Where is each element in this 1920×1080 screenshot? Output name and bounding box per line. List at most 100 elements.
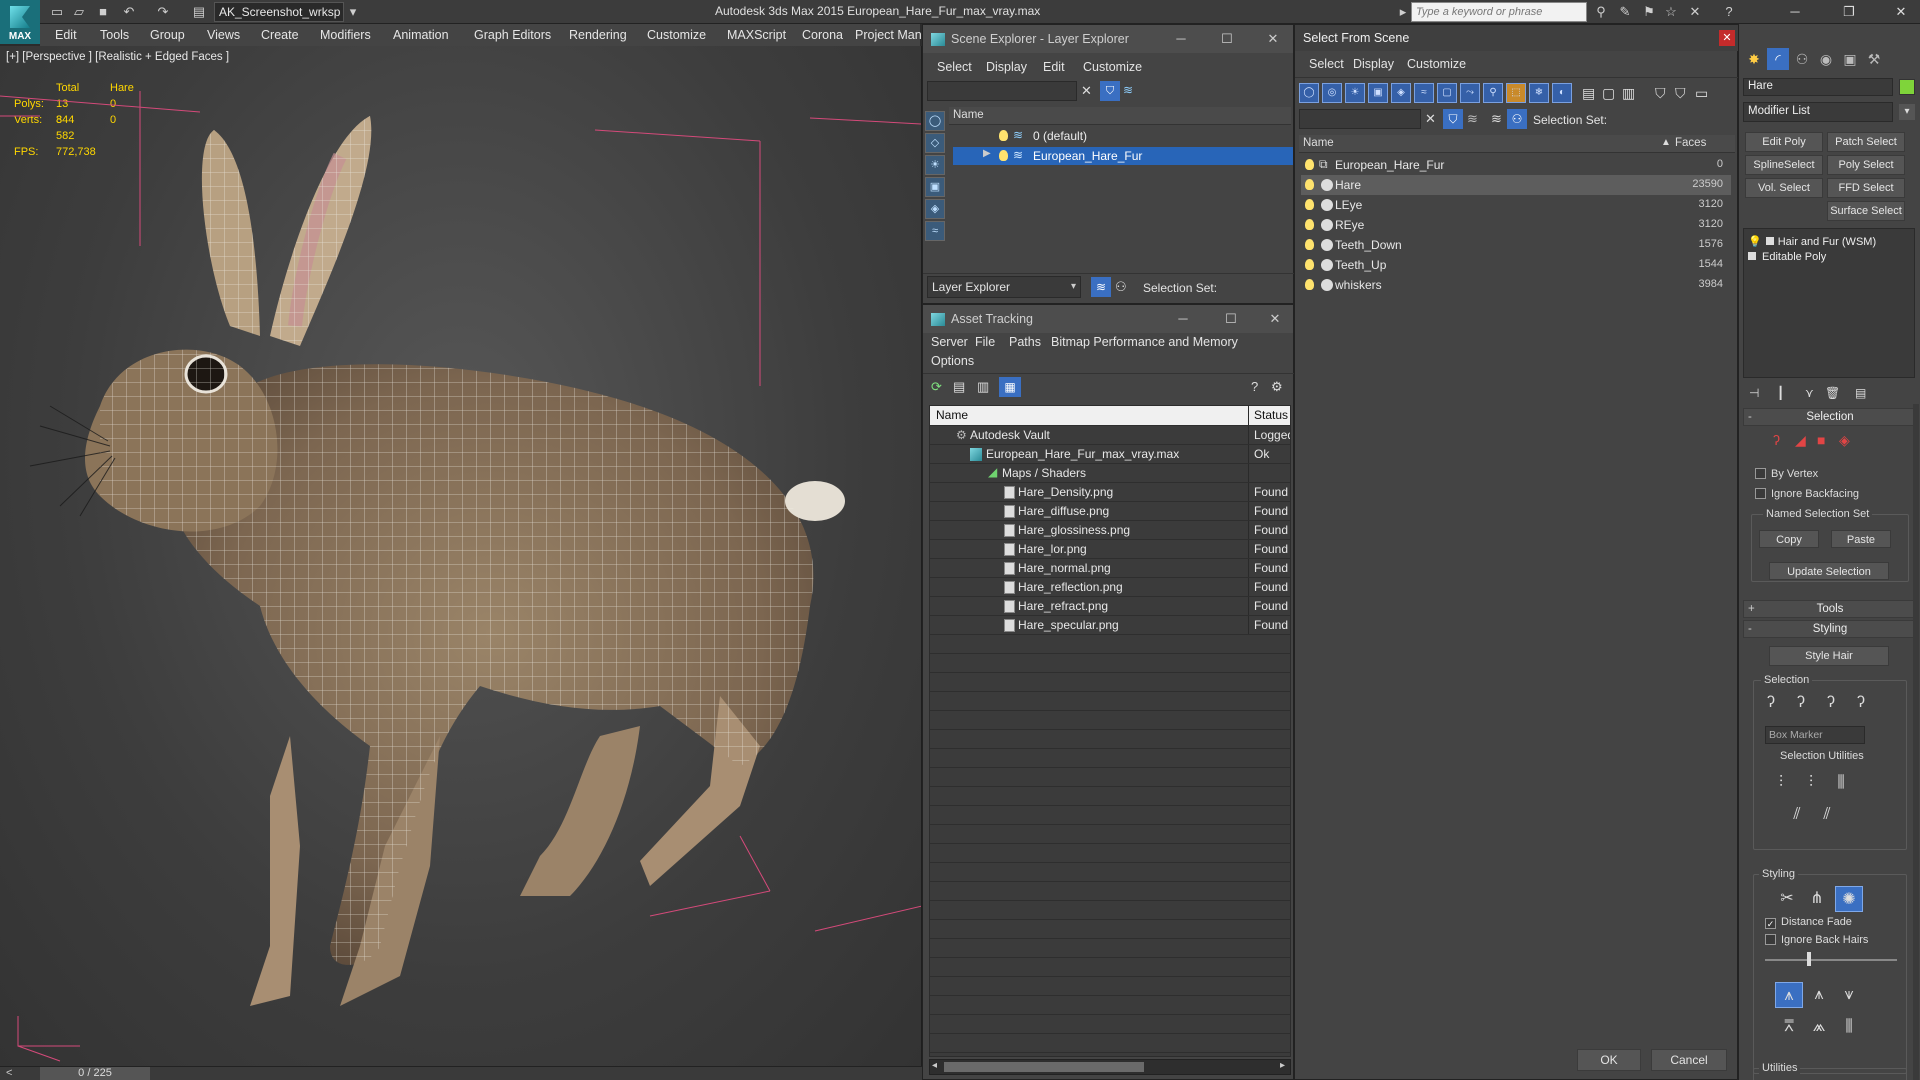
sfs-filter-active-icon[interactable]: ⛉ xyxy=(1443,109,1463,129)
list-item[interactable]: ⧉ European_Hare_Fur 0 xyxy=(1301,155,1731,175)
favorites-star-icon[interactable]: ☆ xyxy=(1662,3,1680,21)
translate-hair-icon[interactable]: ⩚ xyxy=(1775,982,1803,1008)
edit-poly-button[interactable]: Edit Poly xyxy=(1745,132,1823,152)
scene-explorer-minimize-icon[interactable]: ─ xyxy=(1169,31,1193,47)
perspective-viewport[interactable]: [+] [Perspective ] [Realistic + Edged Fa… xyxy=(0,46,922,1066)
infocenter-arrow-icon[interactable]: ▸ xyxy=(1394,3,1412,21)
layer-visibility-bulb-icon[interactable] xyxy=(999,130,1008,141)
distance-fade-checkbox[interactable]: ✓ Distance Fade xyxy=(1765,916,1852,929)
menu-corona[interactable]: Corona xyxy=(802,28,843,42)
table-row[interactable]: Hare_glossiness.png Found xyxy=(930,521,1290,540)
menu-modifiers[interactable]: Modifiers xyxy=(320,28,371,42)
keyword-search-input[interactable]: Type a keyword or phrase xyxy=(1411,2,1587,22)
make-unique-icon[interactable]: ⋎ xyxy=(1805,386,1814,400)
list-item[interactable]: Teeth_Down 1576 xyxy=(1301,235,1731,255)
asset-tracking-maximize-icon[interactable]: ☐ xyxy=(1219,311,1243,327)
face-sub-object-icon[interactable]: ◢ xyxy=(1795,432,1806,449)
restore-icon[interactable]: ❐ xyxy=(1834,2,1864,22)
checkbox-box[interactable] xyxy=(1755,468,1766,479)
by-vertex-checkbox[interactable]: By Vertex xyxy=(1755,468,1818,480)
table-row[interactable]: ◢ Maps / Shaders xyxy=(930,464,1290,483)
attenuate-icon[interactable] xyxy=(1779,1074,1807,1080)
asset-tracking-close-icon[interactable]: ✕ xyxy=(1263,311,1287,327)
sfs-lights-filter-icon[interactable]: ☀ xyxy=(1345,83,1365,103)
se-display-helpers-icon[interactable]: ◈ xyxy=(925,199,945,219)
layer-row-european-hare-fur[interactable]: ▶ ≋ European_Hare_Fur xyxy=(953,147,1293,165)
project-folder-icon[interactable]: ▤ xyxy=(190,3,208,21)
list-item[interactable]: LEye 3120 xyxy=(1301,195,1731,215)
help-icon[interactable]: ? xyxy=(1720,3,1738,21)
save-file-icon[interactable]: ■ xyxy=(94,3,112,21)
command-panel-scrollbar[interactable] xyxy=(1913,404,1919,1080)
checkbox-box[interactable] xyxy=(1755,488,1766,499)
sfs-display-all-icon[interactable]: ▤ xyxy=(1582,85,1595,102)
list-item[interactable]: REye 3120 xyxy=(1301,215,1731,235)
select-whole-guide-icon[interactable]: ʔ xyxy=(1787,690,1815,716)
app-logo[interactable]: MAX xyxy=(0,0,40,44)
table-row[interactable]: European_Hare_Fur_max_vray.max Ok xyxy=(930,445,1290,464)
ffd-select-button[interactable]: FFD Select xyxy=(1827,178,1905,198)
motion-tab-icon[interactable]: ◉ xyxy=(1815,48,1837,70)
cancel-button[interactable]: Cancel xyxy=(1651,1049,1727,1071)
select-guide-vertices-icon[interactable]: ʔ xyxy=(1817,690,1845,716)
table-row[interactable]: ⚙ Autodesk Vault Logged xyxy=(930,426,1290,445)
table-row[interactable]: Hare_refract.png Found xyxy=(930,597,1290,616)
at-scroll-right-icon[interactable]: ▸ xyxy=(1280,1060,1285,1071)
se-layers-icon[interactable]: ≋ xyxy=(1123,83,1133,97)
list-item[interactable]: Hare 23590 xyxy=(1301,175,1731,195)
at-list-view-icon[interactable]: ▤ xyxy=(953,379,965,395)
at-settings-icon[interactable]: ⚙ xyxy=(1271,379,1283,395)
menu-maxscript[interactable]: MAXScript xyxy=(727,28,786,42)
ok-button[interactable]: OK xyxy=(1577,1049,1641,1071)
menu-tools[interactable]: Tools xyxy=(100,28,129,42)
sfs-titlebar[interactable]: Select From Scene ✕ xyxy=(1295,25,1739,51)
scene-explorer-maximize-icon[interactable]: ☐ xyxy=(1215,31,1239,47)
table-row[interactable]: Hare_normal.png Found xyxy=(930,559,1290,578)
asset-tracking-minimize-icon[interactable]: ─ xyxy=(1171,311,1195,327)
sfs-display-invert-icon[interactable]: ▥ xyxy=(1622,85,1635,102)
rotate-hair-icon[interactable]: ⩕ xyxy=(1805,1014,1833,1040)
sfs-helpers-filter-icon[interactable]: ◈ xyxy=(1391,83,1411,103)
at-help-icon[interactable]: ? xyxy=(1251,379,1258,394)
sfs-spacewarps-filter-icon[interactable]: ≈ xyxy=(1414,83,1434,103)
tools-rollout-header[interactable]: + Tools xyxy=(1743,600,1917,618)
stack-item-editable-poly[interactable]: Editable Poly xyxy=(1748,251,1826,263)
show-end-result-icon[interactable]: ┃ xyxy=(1777,386,1784,400)
ignore-backfacing-checkbox[interactable]: Ignore Backfacing xyxy=(1755,488,1859,500)
stand-hair-icon[interactable]: ⩚ xyxy=(1805,982,1833,1008)
scene-explorer-close-icon[interactable]: ✕ xyxy=(1261,31,1285,47)
scene-explorer-titlebar[interactable]: Scene Explorer - Layer Explorer ─ ☐ ✕ xyxy=(923,25,1293,53)
sfs-col-faces[interactable]: Faces xyxy=(1675,137,1706,149)
display-tab-icon[interactable]: ▣ xyxy=(1839,48,1861,70)
menu-customize[interactable]: Customize xyxy=(647,28,706,42)
menu-rendering[interactable]: Rendering xyxy=(569,28,627,42)
sfs-groups-filter-icon[interactable]: ▢ xyxy=(1437,83,1457,103)
spline-select-button[interactable]: SplineSelect xyxy=(1745,155,1823,175)
surface-select-button[interactable]: Surface Select xyxy=(1827,201,1905,221)
se-menu-customize[interactable]: Customize xyxy=(1083,60,1142,74)
undo-icon[interactable]: ↶ xyxy=(120,3,138,21)
modifier-list-dropdown[interactable]: Modifier List xyxy=(1743,102,1893,122)
hide-selected-icon[interactable]: ⫽ xyxy=(1783,802,1811,828)
workspace-dropdown[interactable]: AK_Screenshot_wrksp xyxy=(214,2,344,22)
at-menu-paths[interactable]: Paths xyxy=(1009,335,1041,349)
sfs-search-input[interactable] xyxy=(1299,109,1421,129)
se-display-spacewarps-icon[interactable]: ≈ xyxy=(925,221,945,241)
list-item[interactable]: Teeth_Up 1544 xyxy=(1301,255,1731,275)
at-table-view-icon[interactable]: ▦ xyxy=(999,377,1021,397)
polygon-sub-object-icon[interactable]: ■ xyxy=(1817,432,1825,448)
sfs-sort-ascending-icon[interactable]: ▲ xyxy=(1661,137,1671,148)
new-file-icon[interactable]: ▭ xyxy=(48,3,66,21)
sfs-menu-customize[interactable]: Customize xyxy=(1407,57,1466,71)
brush-size-slider-thumb[interactable] xyxy=(1807,952,1811,966)
create-tab-icon[interactable]: ✸ xyxy=(1743,48,1765,70)
sfs-col-name[interactable]: Name xyxy=(1303,137,1334,149)
sfs-containers-filter-icon[interactable]: ⬚ xyxy=(1506,83,1526,103)
puff-roots-icon[interactable]: ⩛ xyxy=(1835,982,1863,1008)
sfs-menu-select[interactable]: Select xyxy=(1309,57,1344,71)
se-hierarchy-icon[interactable]: ⚇ xyxy=(1115,279,1127,295)
styling-rollout-header[interactable]: - Styling xyxy=(1743,620,1917,638)
modifier-list-arrow-icon[interactable]: ▾ xyxy=(1899,104,1915,120)
remove-modifier-icon[interactable]: 🗑 xyxy=(1825,386,1840,400)
sfs-xrefs-filter-icon[interactable]: ⤳ xyxy=(1460,83,1480,103)
